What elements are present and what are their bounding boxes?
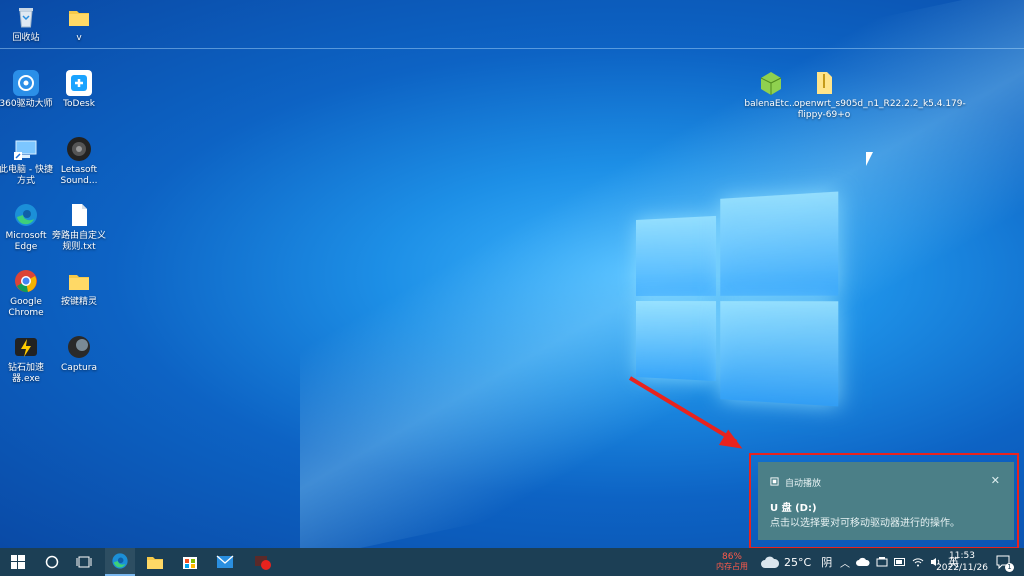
clock-date: 2022/11/26 <box>936 563 988 573</box>
desktop-icon-txt-file[interactable]: 旁路由自定义规则.txt <box>49 202 109 253</box>
clock-time: 11:53 <box>949 551 975 561</box>
weather-temp: 25°C <box>784 555 812 569</box>
desktop-icon-balenaetcher[interactable]: balenaEtc... <box>741 70 801 110</box>
mail-icon <box>216 555 234 568</box>
usb-drive-icon[interactable] <box>876 557 888 567</box>
search-button[interactable] <box>38 548 66 576</box>
speaker-icon <box>66 136 92 162</box>
task-view-button[interactable] <box>70 548 98 576</box>
search-circle-icon <box>45 555 59 569</box>
chevron-up-icon[interactable]: ︿ <box>840 555 850 570</box>
notification-count-badge: 1 <box>1005 563 1014 572</box>
taskbar-mail[interactable] <box>210 548 240 576</box>
text-file-icon <box>66 202 92 228</box>
edge-icon <box>112 553 128 569</box>
weather-widget[interactable]: 25°C 阴 <box>760 548 832 576</box>
taskbar-edge[interactable] <box>105 548 135 576</box>
weather-condition: 阴 <box>821 556 833 569</box>
cloud-icon <box>761 556 780 568</box>
desktop-icon-openwrt-file[interactable]: openwrt_s905d_n1_R22.2.2_k5.4.179-flippy… <box>794 70 966 121</box>
logo-pane-br <box>720 301 839 407</box>
record-icon <box>255 556 271 570</box>
desktop-icon-chrome[interactable]: Google Chrome <box>0 268 56 319</box>
wifi-icon[interactable] <box>912 557 924 567</box>
wallpaper-horizon-line <box>0 48 1024 49</box>
todesk-icon <box>66 70 92 96</box>
logo-pane-tr <box>720 191 839 296</box>
windows-logo-wallpaper <box>636 191 839 407</box>
taskbar-recorder[interactable] <box>248 548 278 576</box>
notification-title: U 盘 (D:) <box>770 503 817 514</box>
lightning-icon <box>13 334 39 360</box>
onedrive-cloud-icon[interactable] <box>856 557 870 567</box>
task-view-icon <box>76 556 92 568</box>
autoplay-icon <box>770 476 779 489</box>
folder-icon <box>147 557 163 569</box>
store-icon <box>183 557 197 569</box>
autoplay-notification[interactable]: 自动播放 ✕ U 盘 (D:) 点击以选择要对可移动驱动器进行的操作。 <box>758 462 1014 540</box>
folder-icon <box>66 268 92 294</box>
windows-icon <box>11 555 25 569</box>
computer-icon <box>13 136 39 162</box>
desktop-icon-anjian[interactable]: 按键精灵 <box>49 268 109 308</box>
battery-icon[interactable] <box>894 557 906 567</box>
desktop-icon-recycle-bin[interactable]: 回收站 <box>0 4 56 44</box>
cube-icon <box>758 70 784 96</box>
notification-app-name: 自动播放 <box>785 479 822 489</box>
memory-percent: 86% <box>721 552 742 562</box>
zip-file-icon <box>811 70 837 96</box>
desktop-icon-todesk[interactable]: ToDesk <box>49 70 109 110</box>
desktop-icon-folder-v[interactable]: v <box>49 4 109 44</box>
desktop-icon-diamond-accelerator[interactable]: 钻石加速器.exe <box>0 334 56 385</box>
action-center-button[interactable]: 1 <box>992 548 1016 576</box>
captura-icon <box>66 334 92 360</box>
memory-label: 内存占用 <box>716 562 748 571</box>
memory-usage-widget[interactable]: 86% 内存占用 <box>712 548 752 576</box>
taskbar: 86% 内存占用 25°C 阴 ︿ 英 11:53 2022/11/26 1 <box>0 548 1024 576</box>
desktop-icon-edge[interactable]: Microsoft Edge <box>0 202 56 253</box>
notification-message: 点击以选择要对可移动驱动器进行的操作。 <box>770 518 960 529</box>
recycle-bin-icon <box>13 4 39 30</box>
desktop: 回收站 v 360驱动大师 ToDesk 此电脑 - 快捷方式 Letasoft… <box>0 0 1024 548</box>
start-button[interactable] <box>4 548 32 576</box>
360-driver-icon <box>13 70 39 96</box>
edge-icon <box>13 202 39 228</box>
logo-pane-bl <box>636 301 717 382</box>
desktop-icon-this-pc[interactable]: 此电脑 - 快捷方式 <box>0 136 56 187</box>
mouse-cursor-icon <box>866 152 873 166</box>
logo-pane-tl <box>636 215 717 296</box>
chrome-icon <box>13 268 39 294</box>
desktop-icon-captura[interactable]: Captura <box>49 334 109 374</box>
notification-header: 自动播放 <box>770 476 821 489</box>
folder-icon <box>66 4 92 30</box>
taskbar-file-explorer[interactable] <box>140 548 170 576</box>
clock[interactable]: 11:53 2022/11/26 <box>936 548 988 576</box>
notification-close-button[interactable]: ✕ <box>991 474 1000 487</box>
taskbar-store[interactable] <box>175 548 205 576</box>
desktop-icon-360-driver[interactable]: 360驱动大师 <box>0 70 56 110</box>
desktop-icon-letasoft-sound[interactable]: Letasoft Sound... <box>49 136 109 187</box>
